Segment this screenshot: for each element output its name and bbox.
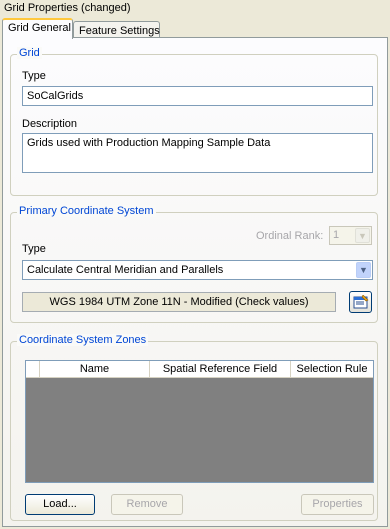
tab-label: Grid General <box>8 22 71 34</box>
ordinal-rank-label: Ordinal Rank: <box>256 230 324 242</box>
coordinate-system-properties-button[interactable] <box>349 291 372 313</box>
pcs-type-select[interactable]: Calculate Central Meridian and Parallels… <box>22 260 373 280</box>
tab-label: Feature Settings <box>79 25 160 37</box>
chevron-down-icon: ▼ <box>356 262 371 278</box>
zones-table-header: Name Spatial Reference Field Selection R… <box>26 361 373 378</box>
zones-group-legend: Coordinate System Zones <box>17 334 149 346</box>
load-button[interactable]: Load... <box>25 494 95 515</box>
pcs-group-legend: Primary Coordinate System <box>17 205 156 217</box>
description-textarea[interactable]: Grids used with Production Mapping Sampl… <box>22 133 373 173</box>
tab-panel: Grid Type SoCalGrids Description Grids u… <box>2 37 388 527</box>
ordinal-rank-select[interactable]: 1 ▼ <box>329 226 372 245</box>
column-header-selection-rule[interactable]: Selection Rule <box>291 361 373 378</box>
zones-table[interactable]: Name Spatial Reference Field Selection R… <box>25 360 374 483</box>
column-header-name[interactable]: Name <box>40 361 150 378</box>
tab-feature-settings[interactable]: Feature Settings <box>73 21 160 38</box>
type-input[interactable]: SoCalGrids <box>22 86 373 106</box>
window-title: Grid Properties (changed) <box>4 2 131 14</box>
remove-button[interactable]: Remove <box>111 494 183 515</box>
grid-group-legend: Grid <box>17 47 42 59</box>
pcs-group: Primary Coordinate System Ordinal Rank: … <box>10 205 378 323</box>
ordinal-rank-value: 1 <box>333 229 340 241</box>
row-header-column <box>26 361 40 378</box>
pcs-type-value: Calculate Central Meridian and Parallels <box>27 264 224 276</box>
properties-icon <box>353 295 369 309</box>
properties-button[interactable]: Properties <box>301 494 374 515</box>
zones-group: Coordinate System Zones Name Spatial Ref… <box>10 334 378 521</box>
type-label: Type <box>22 70 46 82</box>
description-label: Description <box>22 118 78 130</box>
column-header-spatial-reference-field[interactable]: Spatial Reference Field <box>150 361 291 378</box>
chevron-down-icon: ▼ <box>355 228 370 243</box>
coordinate-system-display: WGS 1984 UTM Zone 11N - Modified (Check … <box>22 292 336 312</box>
pcs-type-label: Type <box>22 243 46 255</box>
grid-group: Grid Type SoCalGrids Description Grids u… <box>10 47 378 196</box>
tab-grid-general[interactable]: Grid General <box>2 18 73 39</box>
